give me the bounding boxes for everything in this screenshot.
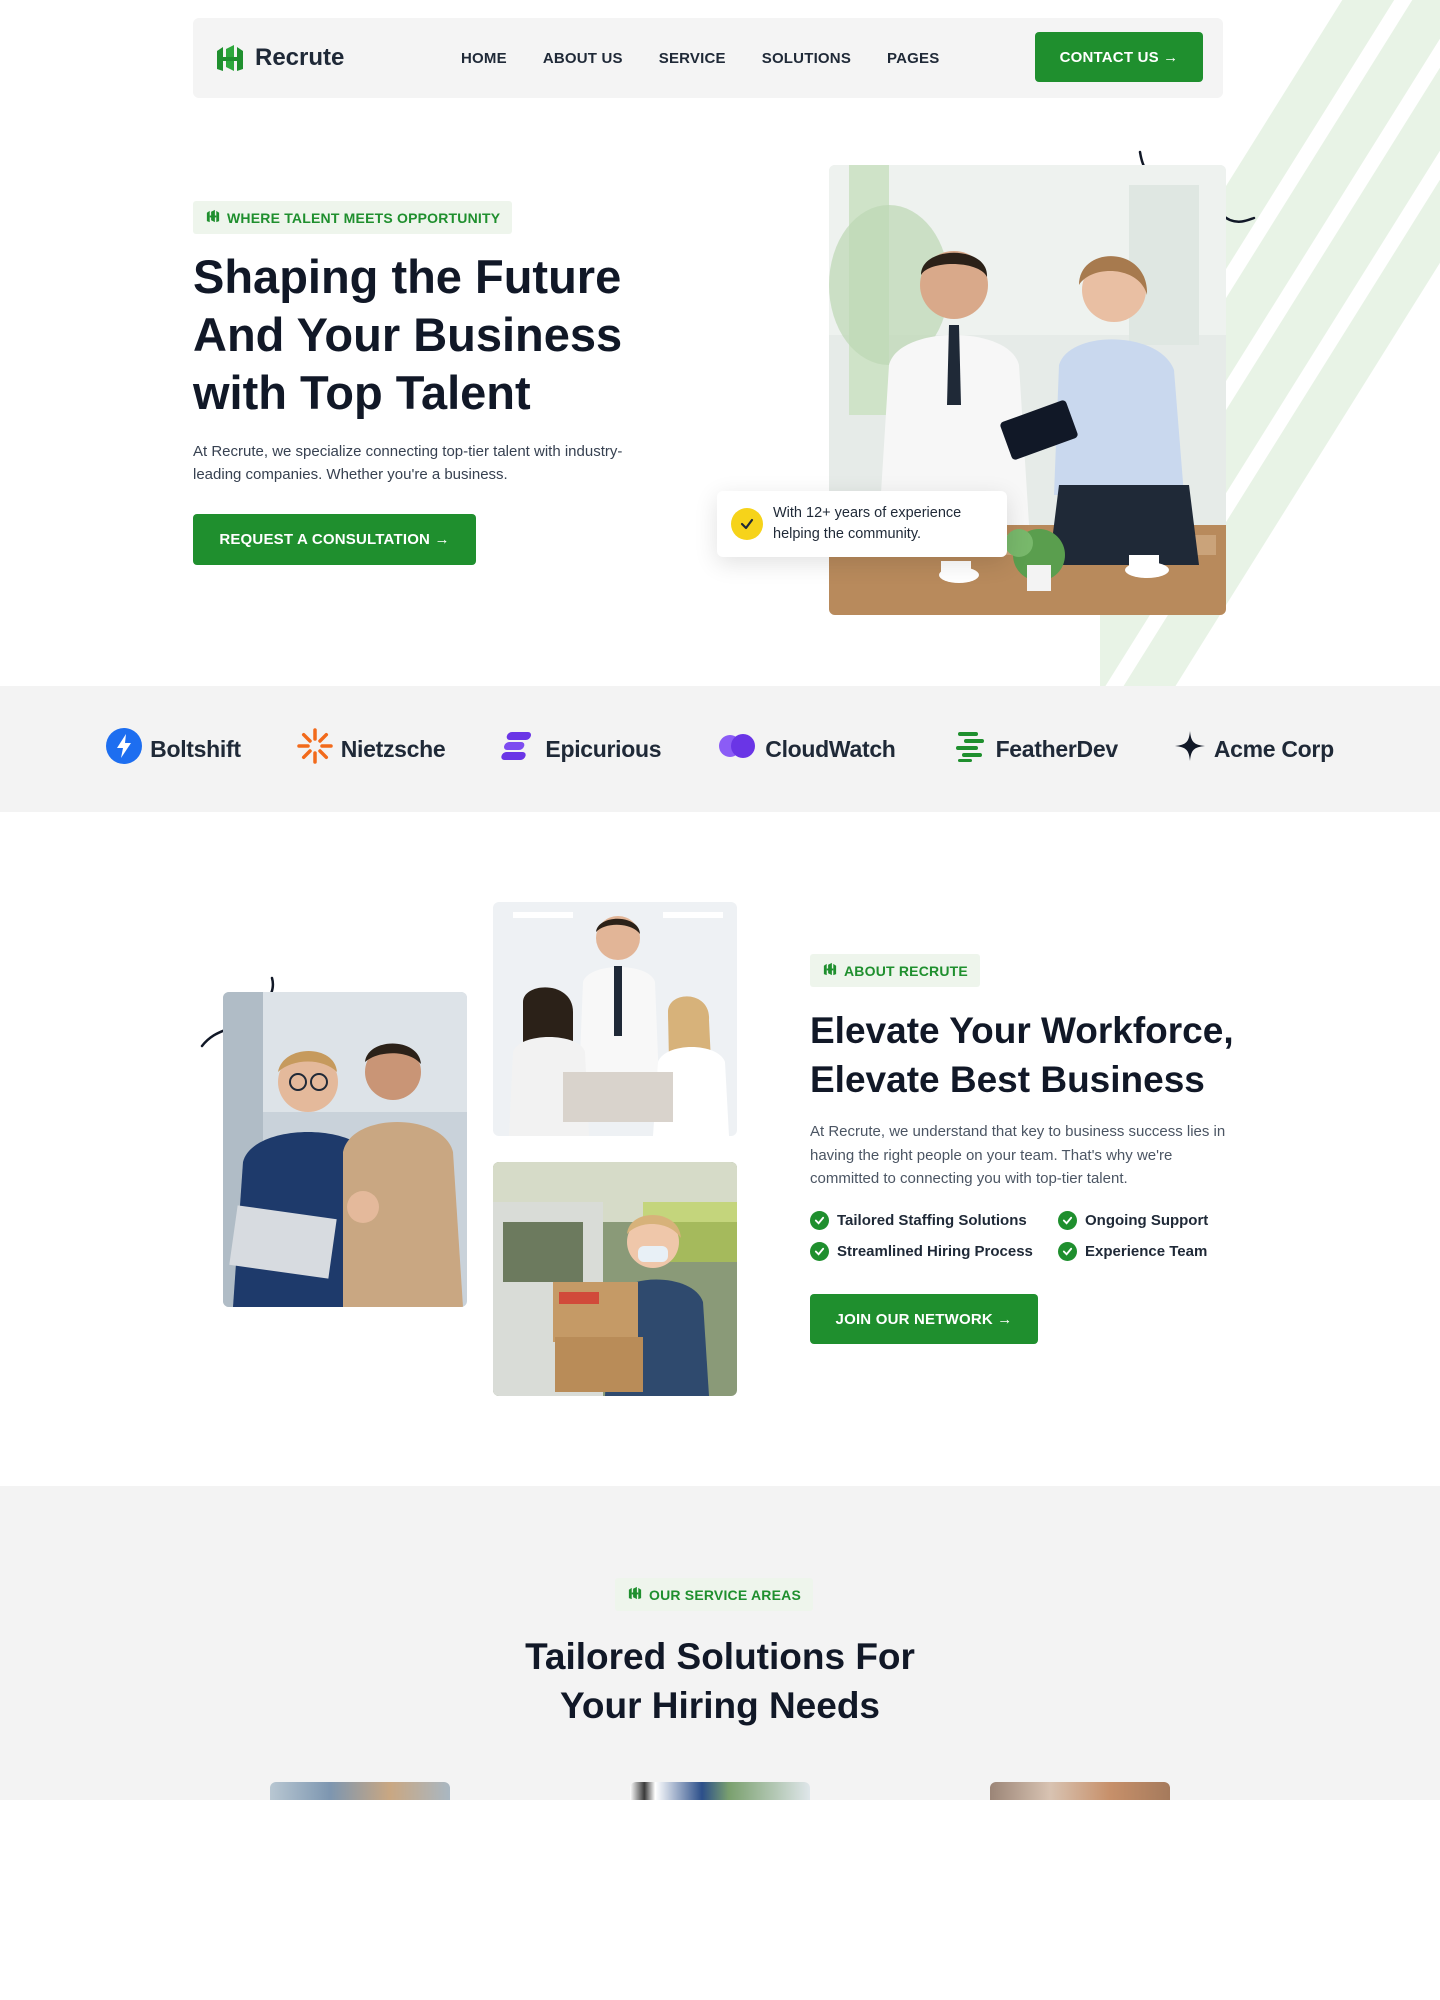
delivery-worker-photo [493,1162,737,1396]
about-title-line: Elevate Best Business [810,1059,1205,1100]
partner-name: CloudWatch [765,735,896,762]
logo-text: Recrute [255,44,345,71]
nav-solutions[interactable]: SOLUTIONS [762,50,851,67]
partner-logos-strip: Boltshift Nietzsche Epicurious CloudWatc… [0,686,1440,812]
hero-tag: WHERE TALENT MEETS OPPORTUNITY [193,201,513,234]
partner-name: FeatherDev [995,735,1119,762]
feather-lines-icon [952,728,988,770]
check-icon [731,508,763,540]
about-title: Elevate Your Workforce, Elevate Best Bus… [810,1006,1280,1104]
nav-home[interactable]: HOME [461,50,507,67]
feature-item: Tailored Staffing Solutions [810,1211,1058,1230]
partner-name: Boltshift [150,735,241,762]
feature-label: Experience Team [1085,1243,1208,1260]
service-card-image[interactable] [630,1782,810,1800]
check-circle-icon [810,1211,829,1230]
services-section: OUR SERVICE AREAS Tailored Solutions For… [0,1486,1440,1800]
sparkle-icon [1174,730,1206,768]
cloud-dots-icon [717,731,757,767]
partner-name: Nietzsche [340,735,446,762]
hero-title-line: And Your Business [193,308,623,361]
partner-cloudwatch: CloudWatch [717,731,896,767]
hero-tag-label: WHERE TALENT MEETS OPPORTUNITY [227,209,501,226]
experience-badge: With 12+ years of experience helping the… [717,491,1007,557]
join-network-button[interactable]: JOIN OUR NETWORK → [810,1294,1038,1344]
badge-line: helping the community. [773,526,922,542]
recrute-mini-logo-icon [205,208,221,227]
partner-featherdev: FeatherDev [952,728,1118,770]
feature-label: Tailored Staffing Solutions [837,1212,1027,1229]
partner-nietzsche: Nietzsche [296,728,446,770]
badge-line: With 12+ years of experience [773,505,962,521]
experience-badge-text: With 12+ years of experience helping the… [773,503,961,545]
about-features: Tailored Staffing Solutions Ongoing Supp… [810,1211,1240,1261]
team-meeting-photo [493,902,737,1136]
hero-title-line: with Top Talent [193,366,531,419]
check-circle-icon [1058,1211,1077,1230]
partner-acme-corp: Acme Corp [1174,730,1334,768]
recrute-mini-logo-icon [627,1585,643,1604]
check-circle-icon [810,1242,829,1261]
feature-label: Streamlined Hiring Process [837,1243,1033,1260]
logo[interactable]: Recrute [213,41,433,75]
sunburst-icon [296,728,333,770]
feature-item: Experience Team [1058,1242,1240,1261]
about-tag: ABOUT RECRUTE [810,954,980,987]
hero-title-line: Shaping the Future [193,250,622,303]
hero-title: Shaping the Future And Your Business wit… [193,248,713,422]
hero-description: At Recrute, we specialize connecting top… [193,443,623,483]
recrute-mini-logo-icon [822,961,838,980]
feature-label: Ongoing Support [1085,1212,1209,1229]
service-card-image[interactable] [990,1782,1170,1800]
services-title: Tailored Solutions For Your Hiring Needs [420,1632,1020,1730]
nav-pages[interactable]: PAGES [887,50,939,67]
nav-service[interactable]: SERVICE [659,50,726,67]
feature-item: Ongoing Support [1058,1211,1240,1230]
services-tag-label: OUR SERVICE AREAS [649,1586,801,1603]
about-tag-label: ABOUT RECRUTE [844,962,968,979]
services-title-line: Your Hiring Needs [559,1685,881,1726]
check-circle-icon [1058,1242,1077,1261]
feature-item: Streamlined Hiring Process [810,1242,1058,1261]
partner-name: Acme Corp [1213,735,1334,762]
about-description: At Recrute, we understand that key to bu… [810,1123,1226,1187]
main-menu: HOME ABOUT US SERVICE SOLUTIONS PAGES [461,50,939,67]
stacked-bars-icon [501,728,537,770]
recrute-logo-icon [213,41,247,75]
services-tag: OUR SERVICE AREAS [615,1578,813,1611]
service-card-image[interactable] [270,1782,450,1800]
partner-boltshift: Boltshift [106,728,241,770]
request-consultation-button[interactable]: REQUEST A CONSULTATION → [193,514,476,565]
contact-us-button[interactable]: CONTACT US → [1035,32,1203,82]
about-title-line: Elevate Your Workforce, [810,1010,1234,1051]
nav-about-us[interactable]: ABOUT US [543,50,623,67]
top-navigation: Recrute HOME ABOUT US SERVICE SOLUTIONS … [193,18,1223,98]
partner-name: Epicurious [545,735,662,762]
bolt-icon [106,728,143,770]
services-title-line: Tailored Solutions For [525,1636,915,1677]
colleagues-laptop-photo [223,992,467,1307]
partner-epicurious: Epicurious [501,728,662,770]
